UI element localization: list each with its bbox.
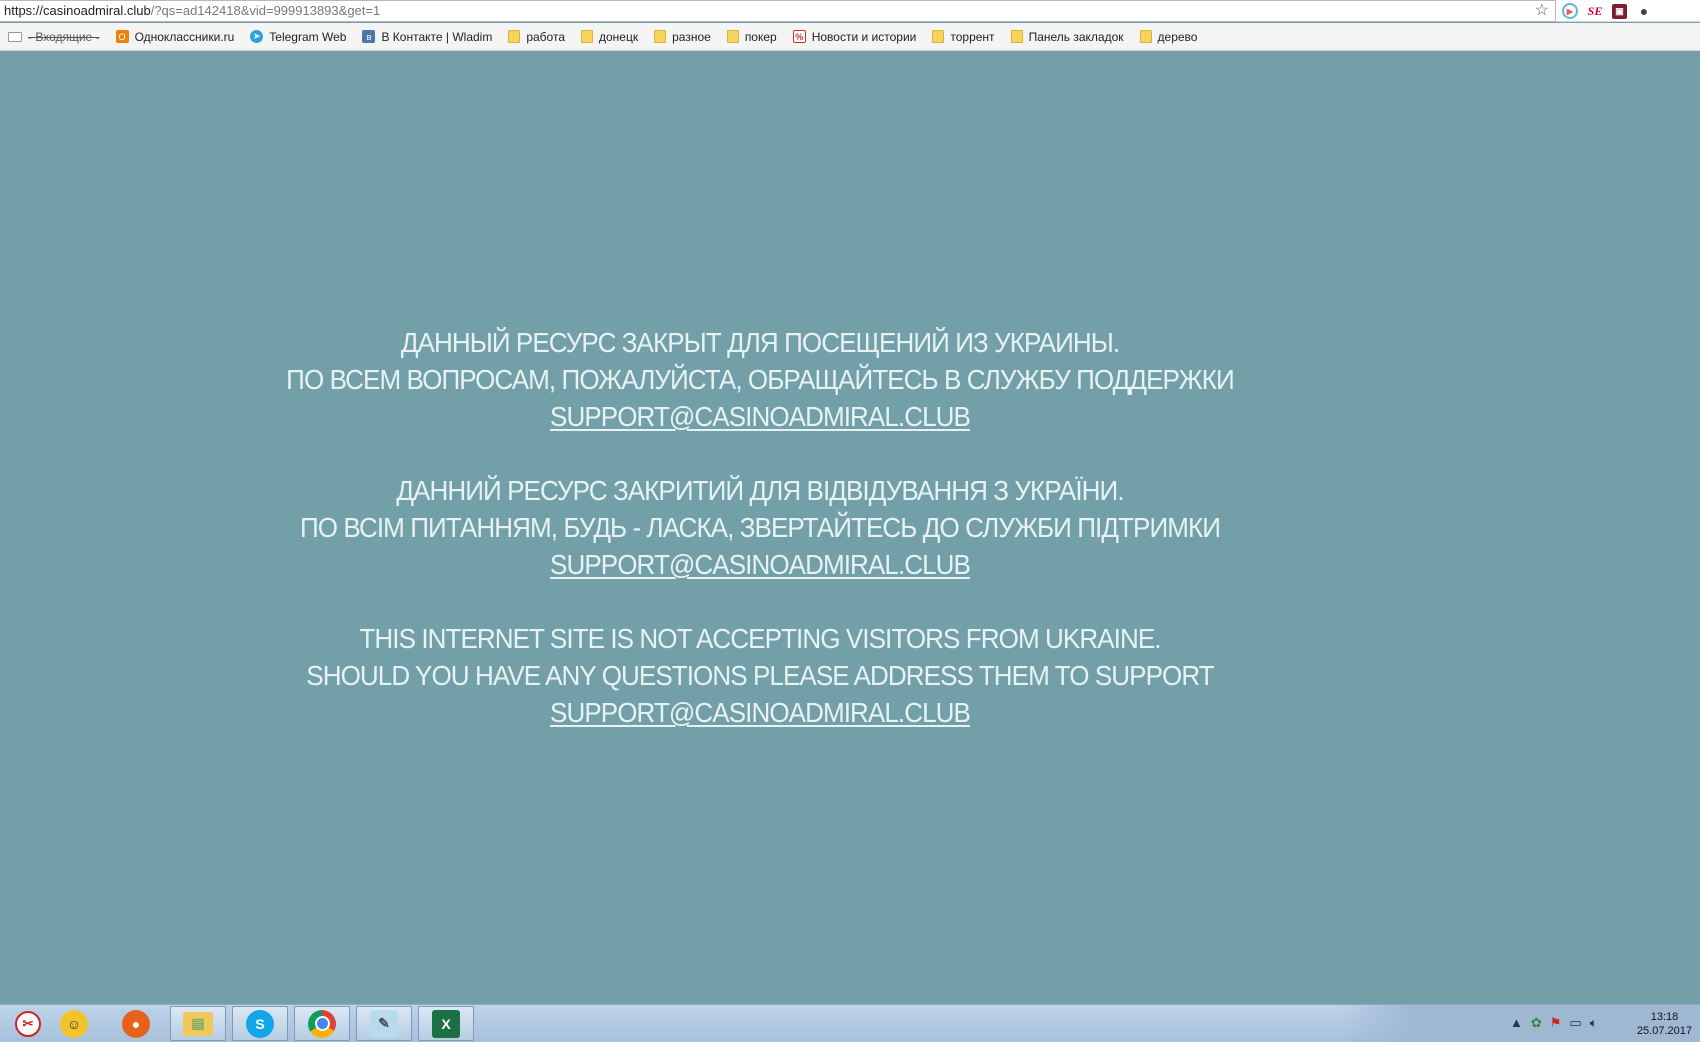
telegram-icon: ➤ — [250, 30, 264, 43]
bookmark-folder-raznoe[interactable]: разное — [646, 25, 719, 49]
bookmark-telegram[interactable]: ➤ Telegram Web — [242, 25, 354, 49]
system-clock[interactable]: 13:18 25.07.2017 — [1637, 1010, 1692, 1038]
message-line: ДАННЫЙ РЕСУРС ЗАКРЫТ ДЛЯ ПОСЕЩЕНИЙ ИЗ УК… — [400, 327, 1120, 358]
bookmark-label: донецк — [599, 29, 639, 44]
odnoklassniki-icon: О — [115, 30, 129, 43]
excel-icon: X — [432, 1009, 460, 1038]
taskbar-firefox[interactable]: ● — [108, 1006, 164, 1041]
message-line: ПО ВСЕМ ВОПРОСАМ, ПОЖАЛУЙСТА, ОБРАЩАЙТЕС… — [286, 364, 1235, 395]
tray-icons: ▲ ✿ ⚑ ▭ 🔈︎ — [1510, 1015, 1598, 1031]
play-extension-icon[interactable]: ▶ — [1562, 3, 1578, 19]
support-email-link[interactable]: SUPPORT@CASINOADMIRAL.CLUB — [550, 401, 971, 432]
network-status-icon[interactable]: ✿ — [1531, 1015, 1542, 1031]
taskbar-notepad[interactable]: ✎ — [356, 1006, 412, 1041]
vk-icon: в — [362, 30, 376, 43]
bookmark-label: дерево — [1157, 29, 1198, 44]
folder-icon — [1139, 30, 1152, 43]
taskbar-file-explorer[interactable]: ▤ — [170, 1006, 226, 1041]
taskbar: ✂ ☺ ● ▤ S ✎ X ▲ ✿ ⚑ ▭ 🔈︎ 13:18 25.07.201… — [0, 1004, 1700, 1042]
message-line: THIS INTERNET SITE IS NOT ACCEPTING VISI… — [359, 623, 1161, 654]
firefox-icon: ● — [122, 1009, 150, 1038]
file-explorer-icon: ▤ — [183, 1011, 213, 1036]
bookmark-star-icon[interactable]: ☆ — [1535, 1, 1549, 21]
bookmark-label: покер — [744, 29, 777, 44]
bookmark-label: - Входящие - — [28, 29, 100, 44]
bookmark-news[interactable]: % Новости и истории — [785, 25, 925, 49]
bookmark-folder-panel[interactable]: Панель закладок — [1003, 25, 1132, 49]
bookmark-label: Одноклассники.ru — [134, 29, 235, 44]
support-email-link[interactable]: SUPPORT@CASINOADMIRAL.CLUB — [550, 697, 971, 728]
folder-icon — [726, 30, 739, 43]
percent-icon: % — [792, 30, 806, 43]
clock-date: 25.07.2017 — [1636, 1025, 1692, 1037]
folder-icon — [932, 30, 945, 43]
bookmark-folder-poker[interactable]: покер — [719, 25, 785, 49]
flag-alert-icon[interactable]: ⚑ — [1550, 1015, 1562, 1031]
volume-icon[interactable]: 🔈︎ — [1590, 1015, 1598, 1031]
message-line: SHOULD YOU HAVE ANY QUESTIONS PLEASE ADD… — [306, 660, 1214, 691]
blocked-message-ukrainian: ДАННИЙ РЕСУРС ЗАКРИТИЙ ДЛЯ ВІДВІДУВАННЯ … — [53, 472, 1467, 583]
taskbar-chrome[interactable] — [294, 1006, 350, 1041]
bookmark-folder-rabota[interactable]: работа — [500, 25, 573, 49]
extension-icons: ▶ SE ▣ ● — [1562, 2, 1653, 20]
bookmark-label: торрент — [950, 29, 995, 44]
bookmark-folder-derevo[interactable]: дерево — [1132, 25, 1206, 49]
bookmark-label: Панель закладок — [1028, 29, 1124, 44]
bookmark-label: работа — [526, 29, 565, 44]
bookmark-vk[interactable]: в В Контакте | Wladim — [354, 25, 500, 49]
message-line: ПО ВСІМ ПИТАННЯМ, БУДЬ - ЛАСКА, ЗВЕРТАЙТ… — [299, 512, 1221, 543]
chrome-icon — [308, 1009, 336, 1038]
red-extension-icon[interactable]: ▣ — [1612, 3, 1627, 19]
bookmark-folder-donetsk[interactable]: донецк — [573, 25, 646, 49]
blocked-message-english: THIS INTERNET SITE IS NOT ACCEPTING VISI… — [53, 620, 1467, 731]
url-field[interactable]: https://casinoadmiral.club/?qs=ad142418&… — [0, 0, 1556, 22]
clock-time: 13:18 — [1650, 1011, 1679, 1023]
page-content: ДАННЫЙ РЕСУРС ЗАКРЫТ ДЛЯ ПОСЕЩЕНИЙ ИЗ УК… — [0, 52, 1700, 1004]
show-hidden-icons-icon[interactable]: ▲ — [1510, 1015, 1523, 1031]
bookmark-odnoklassniki[interactable]: О Одноклассники.ru — [108, 25, 243, 49]
message-line: ДАННИЙ РЕСУРС ЗАКРИТИЙ ДЛЯ ВІДВІДУВАННЯ … — [396, 475, 1124, 506]
address-bar: https://casinoadmiral.club/?qs=ad142418&… — [0, 0, 1700, 22]
messenger-icon: ☺ — [60, 1009, 88, 1038]
bookmarks-bar: - Входящие - О Одноклассники.ru ➤ Telegr… — [0, 23, 1700, 51]
taskbar-skype[interactable]: S — [232, 1006, 288, 1041]
taskbar-messenger[interactable]: ☺ — [46, 1006, 102, 1041]
bookmark-label: Новости и истории — [811, 29, 917, 44]
bookmark-folder-torrent[interactable]: торрент — [924, 25, 1002, 49]
folder-icon — [1010, 30, 1023, 43]
folder-icon — [654, 30, 667, 43]
taskbar-excel[interactable]: X — [418, 1006, 474, 1041]
bookmark-label: разное — [672, 29, 711, 44]
url-host: https://casinoadmiral.club — [4, 3, 151, 18]
snipping-tool-icon: ✂ — [15, 1010, 41, 1037]
bookmark-label: В Контакте | Wladim — [381, 29, 493, 44]
url-path: /?qs=ad142418&vid=999913893&get=1 — [150, 3, 381, 18]
folder-icon — [508, 30, 521, 43]
folder-icon — [581, 30, 593, 43]
support-email-link[interactable]: SUPPORT@CASINOADMIRAL.CLUB — [550, 549, 971, 580]
bookmark-label: Telegram Web — [269, 29, 347, 44]
user-profile-icon[interactable]: ● — [1635, 2, 1653, 20]
se-extension-icon[interactable]: SE — [1586, 2, 1604, 20]
monitor-icon[interactable]: ▭ — [1569, 1015, 1581, 1031]
mail-icon — [8, 31, 22, 42]
skype-icon: S — [246, 1009, 274, 1038]
blocked-message-russian: ДАННЫЙ РЕСУРС ЗАКРЫТ ДЛЯ ПОСЕЩЕНИЙ ИЗ УК… — [53, 324, 1467, 435]
notepad-icon: ✎ — [370, 1009, 398, 1038]
bookmark-inbox[interactable]: - Входящие - — [0, 25, 108, 49]
